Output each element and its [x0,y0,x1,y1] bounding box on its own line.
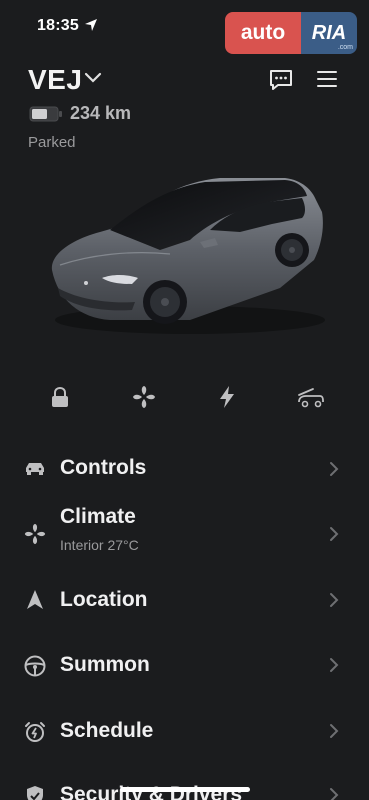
menu-label-location: Location [60,588,148,611]
watermark-ria-text: RIA [311,21,347,44]
menu-item-security[interactable]: Security & Drivers [0,768,369,800]
chevron-right-icon [330,462,339,476]
status-time: 18:35 [37,17,79,34]
home-indicator[interactable] [120,787,250,792]
chat-icon[interactable] [268,68,294,92]
location-arrow-icon [85,19,97,31]
watermark-logo: auto RIA .com [225,12,357,54]
chevron-right-icon [330,593,339,607]
lock-button[interactable] [43,380,77,414]
watermark-auto: auto [225,12,301,54]
vehicle-range: 234 km [70,103,132,123]
battery-icon [29,106,62,122]
lock-icon [52,386,68,407]
shield-icon [27,786,43,800]
lightning-icon [220,386,234,408]
fan-icon [24,523,46,545]
chevron-right-icon [330,658,339,672]
menu-item-summon[interactable]: Summon [0,637,369,695]
vehicle-name[interactable]: VEJ [28,64,82,96]
menu-item-controls[interactable]: Controls [0,440,369,498]
frunk-icon [298,388,324,408]
menu-label-climate: Climate [60,505,136,528]
fan-button[interactable] [127,380,161,414]
charge-button[interactable] [210,380,244,414]
car-icon [26,463,44,475]
navigation-arrow-icon [27,590,43,609]
vehicle-image [51,178,325,334]
fan-icon [133,386,155,408]
chevron-down-icon[interactable] [84,71,102,85]
menu-label-schedule: Schedule [60,719,154,742]
menu-item-climate[interactable]: Climate Interior 27°C [0,500,369,564]
chevron-right-icon [330,788,339,800]
watermark-ria: RIA .com [301,12,357,54]
menu-item-location[interactable]: Location [0,572,369,630]
vehicle-state: Parked [28,134,76,151]
alarm-clock-icon [25,722,45,742]
menu-sublabel-climate: Interior 27°C [60,537,139,553]
watermark-domain: .com [337,44,353,51]
menu-item-schedule[interactable]: Schedule [0,703,369,761]
menu-icon[interactable] [316,69,338,89]
chevron-right-icon [330,527,339,541]
menu-label-summon: Summon [60,653,150,676]
chevron-right-icon [330,724,339,738]
menu-label-controls: Controls [60,456,147,479]
frunk-button[interactable] [293,380,327,414]
steering-wheel-icon [24,655,46,677]
